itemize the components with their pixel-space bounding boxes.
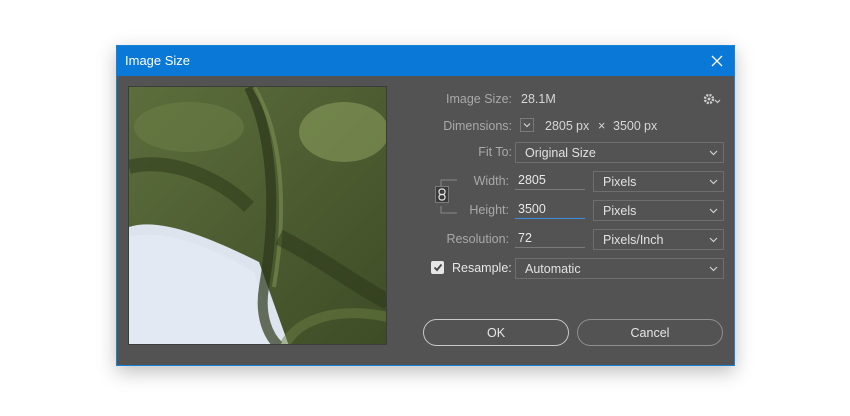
gear-icon	[703, 93, 721, 105]
fit-to-label: Fit To:	[478, 145, 512, 159]
title-bar[interactable]: Image Size	[117, 46, 734, 76]
width-label: Width:	[473, 174, 509, 188]
width-input[interactable]	[515, 170, 585, 190]
ok-button[interactable]: OK	[423, 319, 569, 346]
close-button[interactable]	[700, 46, 734, 76]
resolution-unit-select[interactable]: Pixels/Inch	[593, 229, 724, 250]
chevron-down-icon	[709, 179, 718, 185]
dimensions-width-unit: px	[576, 119, 590, 133]
resolution-input[interactable]	[515, 228, 585, 248]
close-icon	[711, 55, 723, 67]
dimensions-height-value: 3500	[613, 119, 641, 133]
chevron-down-icon	[709, 237, 718, 243]
image-preview[interactable]	[128, 86, 387, 345]
dimensions-width-value: 2805	[545, 119, 573, 133]
height-unit-select[interactable]: Pixels	[593, 200, 724, 221]
chevron-down-icon	[709, 208, 718, 214]
dimensions-label: Dimensions:	[443, 119, 512, 133]
chevron-down-icon	[709, 266, 718, 272]
resample-method-value: Automatic	[525, 262, 581, 276]
resample-label: Resample:	[452, 261, 512, 275]
chevron-down-icon	[709, 150, 718, 156]
constrain-proportions-toggle[interactable]	[435, 186, 449, 203]
dimensions-times-sign: ×	[598, 119, 606, 133]
resample-method-select[interactable]: Automatic	[515, 258, 724, 279]
image-size-dialog: Image Size Image Size: 28.1M Dimensions:…	[116, 45, 735, 366]
height-unit-value: Pixels	[603, 204, 637, 218]
chevron-down-icon	[523, 123, 531, 128]
image-size-value: 28.1M	[521, 92, 556, 106]
resolution-unit-value: Pixels/Inch	[603, 233, 664, 247]
image-size-label: Image Size:	[445, 92, 512, 106]
width-unit-value: Pixels	[603, 175, 637, 189]
chain-link-icon	[438, 188, 446, 201]
checkmark-icon	[433, 263, 442, 272]
fit-to-select[interactable]: Original Size	[515, 142, 724, 163]
width-unit-select[interactable]: Pixels	[593, 171, 724, 192]
dimensions-height-unit: px	[644, 119, 658, 133]
preview-image	[129, 87, 386, 344]
dimensions-unit-dropdown[interactable]	[520, 118, 534, 132]
height-input[interactable]	[515, 199, 585, 219]
resample-checkbox[interactable]	[431, 261, 444, 274]
fit-to-value: Original Size	[525, 146, 596, 160]
height-label: Height:	[469, 203, 509, 217]
cancel-button[interactable]: Cancel	[577, 319, 723, 346]
dialog-title: Image Size	[125, 53, 191, 68]
resolution-label: Resolution:	[446, 232, 509, 246]
settings-gear-button[interactable]	[702, 92, 722, 106]
